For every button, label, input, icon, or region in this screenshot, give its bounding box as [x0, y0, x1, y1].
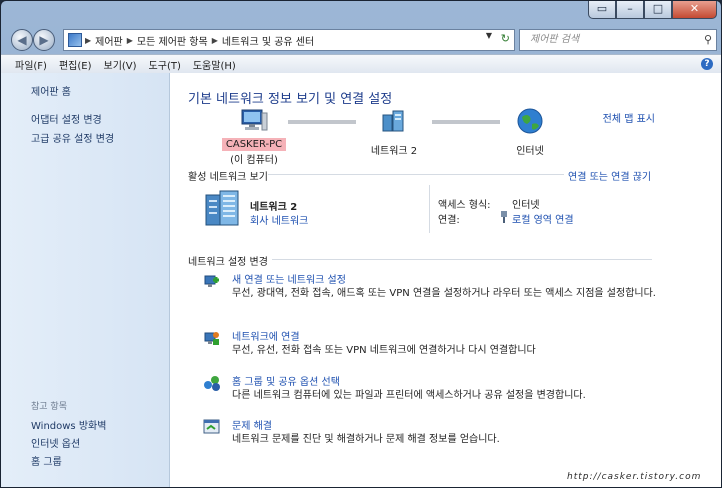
task-new-connection-link[interactable]: 새 연결 또는 네트워크 설정 [232, 271, 346, 286]
map-node-internet[interactable]: 인터넷 [496, 107, 564, 157]
breadcrumb-control-panel[interactable]: 제어판 [95, 33, 123, 48]
menu-bar: 파일(F) 편집(E) 보기(V) 도구(T) 도움말(H) ? [1, 54, 721, 74]
internet-label: 인터넷 [516, 146, 544, 157]
breadcrumb-network-center[interactable]: 네트워크 및 공유 센터 [222, 33, 314, 48]
breadcrumb-all-items[interactable]: 모든 제어판 항목 [137, 33, 208, 48]
troubleshoot-icon [203, 419, 220, 434]
search-box[interactable]: 제어판 검색 ⚲ [519, 29, 717, 51]
menu-edit[interactable]: 편집(E) [59, 57, 92, 72]
main-content: 기본 네트워크 정보 보기 및 연결 설정 전체 맵 표시 CASKER-PC … [170, 73, 721, 487]
sidebar-see-also-heading: 참고 항목 [31, 402, 67, 412]
active-network-name: 네트워크 2 [250, 202, 298, 213]
task-new-connection-desc: 무선, 광대역, 전화 접속, 애드혹 또는 VPN 연결을 설정하거나 라우터… [232, 288, 656, 299]
close-button[interactable]: ✕ [672, 1, 717, 19]
network-type-link[interactable]: 회사 네트워크 [250, 212, 308, 227]
sidebar-link-home[interactable]: 제어판 홈 [31, 83, 71, 98]
sidebar-link-advanced-sharing[interactable]: 고급 공유 설정 변경 [31, 130, 114, 145]
ethernet-plug-icon [501, 211, 507, 223]
change-settings-label: 네트워크 설정 변경 [188, 257, 268, 268]
network-icon [382, 110, 404, 132]
menu-help[interactable]: 도움말(H) [193, 57, 236, 72]
connection-label: 연결: [438, 215, 460, 226]
task-troubleshoot-desc: 네트워크 문제를 진단 및 해결하거나 문제 해결 정보를 얻습니다. [232, 434, 500, 445]
map-node-network[interactable]: 네트워크 2 [356, 107, 432, 157]
task-connect-network-desc: 무선, 유선, 전화 접속 또는 VPN 네트워크에 연결하거나 다시 연결합니… [232, 345, 536, 356]
sidebar: 제어판 홈 어댑터 설정 변경 고급 공유 설정 변경 참고 항목 Window… [1, 73, 170, 487]
navigation-bar: ◀ ▶ ▶ 제어판 ▶ 모든 제어판 항목 ▶ 네트워크 및 공유 센터 ▼ ↻… [1, 25, 721, 53]
maximize-button[interactable]: □ [644, 1, 672, 19]
window-controls: ▭ – □ ✕ [588, 1, 717, 19]
map-node-computer[interactable]: CASKER-PC (이 컴퓨터) [214, 107, 294, 166]
menu-file[interactable]: 파일(F) [15, 57, 47, 72]
address-bar[interactable]: ▶ 제어판 ▶ 모든 제어판 항목 ▶ 네트워크 및 공유 센터 ▼ ↻ [63, 29, 515, 51]
full-map-link[interactable]: 전체 맵 표시 [603, 110, 655, 125]
computer-name-label: CASKER-PC [221, 138, 287, 151]
office-building-icon [205, 190, 239, 226]
task-connect-network-link[interactable]: 네트워크에 연결 [232, 328, 300, 343]
search-placeholder: 제어판 검색 [530, 34, 580, 45]
local-area-connection-link[interactable]: 로컬 영역 연결 [512, 211, 574, 226]
active-networks-label: 활성 네트워크 보기 [188, 172, 268, 183]
vertical-divider [429, 185, 430, 233]
divider [268, 174, 564, 175]
sidebar-link-homegroup[interactable]: 홈 그룹 [31, 453, 62, 468]
breadcrumb-arrow-icon[interactable]: ▶ [85, 36, 91, 45]
internet-globe-icon [517, 108, 543, 134]
network-name-label: 네트워크 2 [370, 146, 418, 157]
minimize-button[interactable]: – [616, 1, 644, 19]
menu-tools[interactable]: 도구(T) [149, 57, 181, 72]
computer-icon [241, 109, 268, 131]
connect-network-icon [204, 332, 219, 345]
sidebar-link-adapter-settings[interactable]: 어댑터 설정 변경 [31, 111, 102, 126]
search-icon[interactable]: ⚲ [704, 30, 712, 50]
access-type-label: 액세스 형식: [438, 200, 491, 211]
menu-view[interactable]: 보기(V) [104, 57, 137, 72]
homegroup-icon [204, 376, 220, 391]
window: ▭ – □ ✕ ◀ ▶ ▶ 제어판 ▶ 모든 제어판 항목 ▶ 네트워크 및 공… [0, 0, 722, 488]
help-icon[interactable]: ? [701, 58, 713, 70]
address-dropdown-icon[interactable]: ▼ [486, 31, 492, 40]
task-homegroup-desc: 다른 네트워크 컴퓨터에 있는 파일과 프린터에 액세스하거나 공유 설정을 변… [232, 390, 586, 401]
map-connector-line [432, 120, 500, 124]
task-troubleshoot-link[interactable]: 문제 해결 [232, 417, 272, 432]
forward-button[interactable]: ▶ [33, 29, 55, 51]
sidebar-link-firewall[interactable]: Windows 방화벽 [31, 417, 106, 432]
breadcrumb-arrow-icon[interactable]: ▶ [212, 36, 218, 45]
sidebar-link-internet-options[interactable]: 인터넷 옵션 [31, 435, 80, 450]
new-connection-icon [204, 275, 219, 287]
back-button[interactable]: ◀ [11, 29, 33, 51]
watermark-text: http://casker.tistory.com [567, 472, 702, 482]
map-connector-line [288, 120, 356, 124]
title-bar: ▭ – □ ✕ [1, 1, 721, 23]
page-title: 기본 네트워크 정보 보기 및 연결 설정 [188, 92, 393, 107]
connect-disconnect-link[interactable]: 연결 또는 연결 끊기 [568, 168, 651, 183]
breadcrumb-arrow-icon[interactable]: ▶ [127, 36, 133, 45]
window-extra-button[interactable]: ▭ [588, 1, 616, 19]
divider [272, 259, 652, 260]
refresh-icon[interactable]: ↻ [501, 32, 510, 45]
task-homegroup-link[interactable]: 홈 그룹 및 공유 옵션 선택 [232, 373, 340, 388]
control-panel-icon [68, 33, 82, 47]
access-type-value: 인터넷 [512, 200, 540, 211]
computer-sub-label: (이 컴퓨터) [230, 155, 278, 166]
